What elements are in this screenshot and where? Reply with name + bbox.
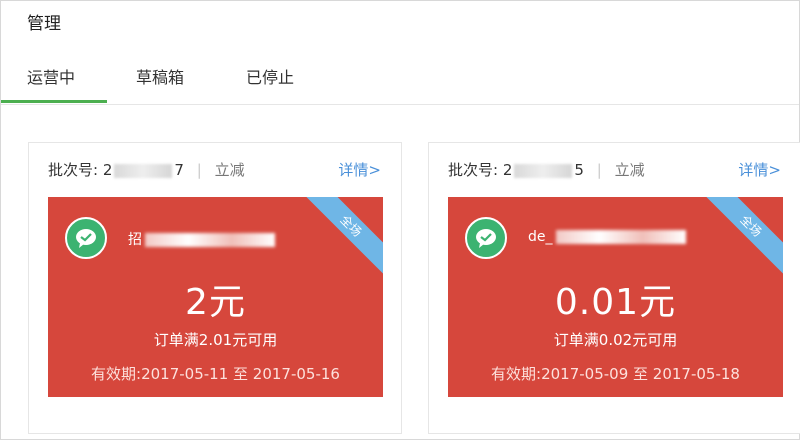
coupon-type: 立减 <box>214 161 245 179</box>
merchant-name: 招 <box>128 229 275 249</box>
batch-number-prefix: 2 <box>102 161 113 179</box>
tab-bar: 运营中 草稿箱 已停止 <box>1 56 799 105</box>
batch-number-suffix: 5 <box>574 161 584 179</box>
wechat-pay-icon <box>65 217 107 259</box>
validity-period: 有效期:2017-05-11 至 2017-05-16 <box>91 365 340 383</box>
page-title: 管理 <box>27 14 61 34</box>
coupon-card: 批次号: 2 7 | 立减 详情> 全场 招 2元 订单满2.01元可用 有效期:… <box>28 142 402 434</box>
scope-ribbon: 全场 <box>300 197 383 277</box>
coupon-card: 批次号: 2 5 | 立减 详情> 全场 de_ 0.01元 订单满0.02元可用… <box>428 142 800 434</box>
card-header: 批次号: 2 7 | 立减 <box>48 159 245 180</box>
usage-condition: 订单满2.01元可用 <box>153 331 278 349</box>
validity-period: 有效期:2017-05-09 至 2017-05-18 <box>491 365 740 383</box>
coupon-amount: 2元 <box>185 282 246 323</box>
batch-number-prefix: 2 <box>502 161 513 179</box>
redacted-merchant-name <box>145 233 275 247</box>
tab-drafts[interactable]: 草稿箱 <box>136 64 184 88</box>
card-header: 批次号: 2 5 | 立减 <box>448 159 645 180</box>
usage-condition: 订单满0.02元可用 <box>553 331 678 349</box>
coupon-type: 立减 <box>614 161 645 179</box>
merchant-name: de_ <box>528 229 686 245</box>
divider: | <box>596 161 602 179</box>
wechat-pay-icon <box>465 217 507 259</box>
active-tab-indicator <box>1 100 107 103</box>
redacted-merchant-name <box>555 230 686 244</box>
detail-link[interactable]: 详情> <box>338 159 381 180</box>
coupon-face: 全场 招 2元 订单满2.01元可用 有效期:2017-05-11 至 2017… <box>48 197 383 397</box>
merchant-name-prefix: 招 <box>128 232 142 248</box>
detail-link[interactable]: 详情> <box>738 159 781 180</box>
redacted-batch-number <box>514 163 573 178</box>
tab-running[interactable]: 运营中 <box>27 64 75 88</box>
coupon-amount: 0.01元 <box>554 282 677 323</box>
coupon-face: 全场 de_ 0.01元 订单满0.02元可用 有效期:2017-05-09 至… <box>448 197 783 397</box>
batch-number-suffix: 7 <box>174 161 184 179</box>
batch-label: 批次号: <box>48 161 99 179</box>
scope-ribbon: 全场 <box>700 197 783 277</box>
page-frame: 管理 运营中 草稿箱 已停止 批次号: 2 7 | 立减 详情> 全场 招 2元 … <box>0 0 800 440</box>
batch-label: 批次号: <box>448 161 499 179</box>
redacted-batch-number <box>114 163 173 178</box>
merchant-name-prefix: de_ <box>528 229 553 245</box>
divider: | <box>196 161 202 179</box>
tab-stopped[interactable]: 已停止 <box>246 64 294 88</box>
